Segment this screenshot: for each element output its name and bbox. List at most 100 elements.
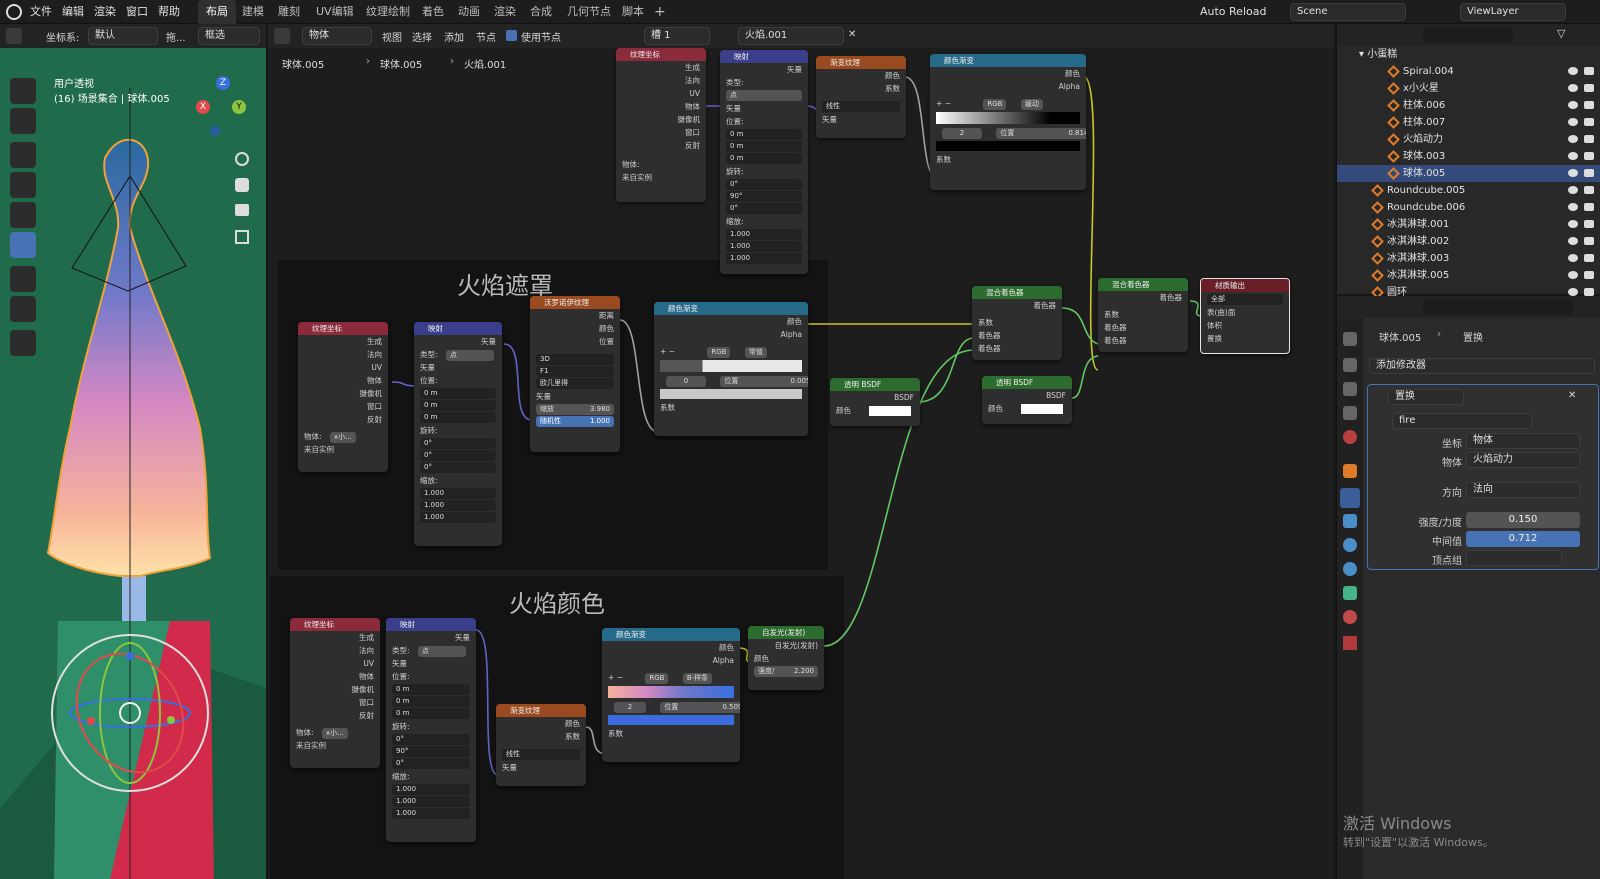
select-mode-dropdown[interactable]: 框选 xyxy=(198,27,260,45)
node-gradient-top[interactable]: 渐变纹理 颜色 系数 线性 矢量 xyxy=(816,56,906,138)
direction-dropdown[interactable]: 法向 xyxy=(1466,482,1580,498)
from-instancer[interactable]: 来自实例 xyxy=(298,443,388,456)
object-field[interactable]: x小... xyxy=(329,432,356,443)
tab-layout[interactable]: 布局 xyxy=(198,0,236,24)
rot-z[interactable]: 0° xyxy=(726,203,802,214)
strength-field[interactable]: 0.150 xyxy=(1466,512,1580,528)
viewlayer-selector[interactable]: ViewLayer xyxy=(1460,3,1566,21)
transform-icon[interactable] xyxy=(10,232,36,258)
coords-dropdown[interactable]: 物体 xyxy=(1466,433,1580,449)
node-editor-type-icon[interactable] xyxy=(274,28,290,44)
node-colorramp-bot[interactable]: 颜色渐变 颜色 Alpha + − RGB B-样条 2 位置 0.509 系数 xyxy=(602,628,740,762)
properties-search-input[interactable] xyxy=(1423,299,1573,315)
loc-y[interactable]: 0 m xyxy=(726,141,802,152)
node-material-output[interactable]: 材质输出 全部 表(曲)面 体积 置换 xyxy=(1200,278,1290,354)
tab-rendering[interactable]: 渲染 xyxy=(494,0,516,24)
ramp-stop-index[interactable]: 2 xyxy=(614,702,646,713)
node-transparent-bsdf-1[interactable]: 透明 BSDF BSDF 颜色 xyxy=(830,378,920,426)
outliner-row[interactable]: 球体.005 xyxy=(1337,165,1600,182)
outliner-row[interactable]: Spiral.004 xyxy=(1337,63,1600,80)
texture-field[interactable]: fire xyxy=(1392,413,1532,429)
tab-shading[interactable]: 着色 xyxy=(422,0,444,24)
scale-z[interactable]: 1.000 xyxy=(392,808,470,819)
visibility-eye-icon[interactable] xyxy=(1568,67,1578,75)
use-nodes-checkbox[interactable] xyxy=(506,30,517,41)
rot-y[interactable]: 90° xyxy=(726,191,802,202)
ramp-gradient-bar[interactable] xyxy=(608,686,734,698)
tab-geometry-nodes[interactable]: 几何节点 xyxy=(567,0,611,24)
outliner-search-input[interactable] xyxy=(1423,27,1513,43)
drag-label[interactable]: 拖... xyxy=(166,29,186,44)
outliner-collection-root[interactable]: ▾ 小蛋糕 xyxy=(1337,46,1600,63)
node-voronoi[interactable]: 沃罗诺伊纹理 距离 颜色 位置 3D F1 欧几里得 矢量 缩放 3.980 随机… xyxy=(530,296,620,452)
color-swatch[interactable] xyxy=(1021,404,1063,414)
visibility-eye-icon[interactable] xyxy=(1568,169,1578,177)
visibility-eye-icon[interactable] xyxy=(1568,186,1578,194)
add-modifier-button[interactable]: 添加修改器 xyxy=(1369,358,1595,374)
navigation-gizmo[interactable]: Z X Y xyxy=(196,76,252,136)
node-mapping-top[interactable]: 映射 矢量 类型: 点 矢量 位置: 0 m 0 m 0 m 旋转: 0° 90… xyxy=(720,50,808,274)
render-camera-icon[interactable] xyxy=(1584,84,1594,92)
visibility-eye-icon[interactable] xyxy=(1568,254,1578,262)
rot-z[interactable]: 0° xyxy=(392,758,470,769)
ramp-color-swatch[interactable] xyxy=(660,389,802,399)
node-transparent-bsdf-2[interactable]: 透明 BSDF BSDF 颜色 xyxy=(982,376,1072,424)
visibility-eye-icon[interactable] xyxy=(1568,135,1578,143)
axis-y[interactable]: Y xyxy=(232,100,246,114)
modifier-name-field[interactable]: 置换 xyxy=(1388,389,1464,405)
properties-editor[interactable]: 球体.005 › 置换 添加修改器 置换 ✕ fire 坐标 物体 物体 火焰动… xyxy=(1336,296,1600,879)
menu-node[interactable]: 节点 xyxy=(476,29,496,44)
outliner-row[interactable]: 火焰动力 xyxy=(1337,131,1600,148)
visibility-eye-icon[interactable] xyxy=(1568,288,1578,296)
outliner-row[interactable]: Roundcube.005 xyxy=(1337,182,1600,199)
outliner-row[interactable]: Roundcube.006 xyxy=(1337,199,1600,216)
target-dropdown[interactable]: 全部 xyxy=(1207,294,1283,305)
node-emission[interactable]: 自发光(发射) 自发光(发射) 颜色 强度/2.200 xyxy=(748,626,824,690)
add-stop-icon[interactable]: + xyxy=(608,673,614,682)
pan-hand-icon[interactable] xyxy=(235,178,249,192)
render-camera-icon[interactable] xyxy=(1584,152,1594,160)
material-field[interactable]: 火焰.001 xyxy=(738,27,844,45)
tab-scripting[interactable]: 脚本 xyxy=(622,0,644,24)
visibility-eye-icon[interactable] xyxy=(1568,271,1578,279)
move-icon[interactable] xyxy=(10,142,36,168)
scale-y[interactable]: 1.000 xyxy=(420,500,496,511)
ramp-color-swatch[interactable] xyxy=(936,141,1080,151)
auto-reload-label[interactable]: Auto Reload xyxy=(1200,0,1266,24)
object-mode-dropdown[interactable]: 物体 xyxy=(302,27,372,45)
camera-view-icon[interactable] xyxy=(235,204,249,216)
outliner[interactable]: ▽ ▾ 小蛋糕 Spiral.004 x小火星 柱体.006 柱体.007 火焰动力 球体… xyxy=(1336,24,1600,299)
loc-z[interactable]: 0 m xyxy=(726,153,802,164)
visibility-eye-icon[interactable] xyxy=(1568,152,1578,160)
pos-value[interactable]: 0.814 xyxy=(1068,128,1086,139)
node-mix-shader-2[interactable]: 混合着色器 着色器 系数 着色器 着色器 xyxy=(1098,278,1188,352)
rot-x[interactable]: 0° xyxy=(392,734,470,745)
cursor-icon[interactable] xyxy=(10,108,36,134)
object-tab-icon[interactable] xyxy=(1343,464,1357,478)
render-camera-icon[interactable] xyxy=(1584,203,1594,211)
gradient-mode-dropdown[interactable]: 线性 xyxy=(822,101,900,112)
gradient-mode-dropdown[interactable]: 线性 xyxy=(502,749,580,760)
object-field[interactable]: 火焰动力 xyxy=(1466,452,1580,468)
ramp-gradient-bar[interactable] xyxy=(936,112,1080,124)
ramp-mode-dropdown[interactable]: RGB xyxy=(983,99,1007,110)
outliner-row[interactable]: 柱体.007 xyxy=(1337,114,1600,131)
render-camera-icon[interactable] xyxy=(1584,118,1594,126)
node-texcoord-top[interactable]: 纹理坐标 生成 法向 UV 物体 摄像机 窗口 反射 物体: 来自实例 xyxy=(616,48,706,202)
render-camera-icon[interactable] xyxy=(1584,186,1594,194)
menu-file[interactable]: 文件 xyxy=(30,0,52,24)
material-tab-icon[interactable] xyxy=(1343,610,1357,624)
ramp-stop-index[interactable]: 0 xyxy=(666,376,706,387)
node-texcoord-bot[interactable]: 纹理坐标 生成 法向 UV 物体 摄像机 窗口 反射 物体: x小... 来自实… xyxy=(290,618,380,768)
annotate-icon[interactable] xyxy=(10,266,36,292)
visibility-eye-icon[interactable] xyxy=(1568,237,1578,245)
node-editor[interactable]: 球体.005 › 球体.005 › 火焰.001 火焰遮罩 火焰颜色 纹理坐标 … xyxy=(268,48,1334,879)
filter-icon[interactable]: ▽ xyxy=(1557,27,1565,40)
visibility-eye-icon[interactable] xyxy=(1568,84,1578,92)
render-camera-icon[interactable] xyxy=(1584,67,1594,75)
render-camera-icon[interactable] xyxy=(1584,288,1594,296)
metric-dropdown[interactable]: 欧几里得 xyxy=(536,378,614,389)
add-cube-icon[interactable] xyxy=(10,330,36,356)
ramp-interp-dropdown[interactable]: 缓动 xyxy=(1020,99,1043,110)
scale-y[interactable]: 1.000 xyxy=(392,796,470,807)
